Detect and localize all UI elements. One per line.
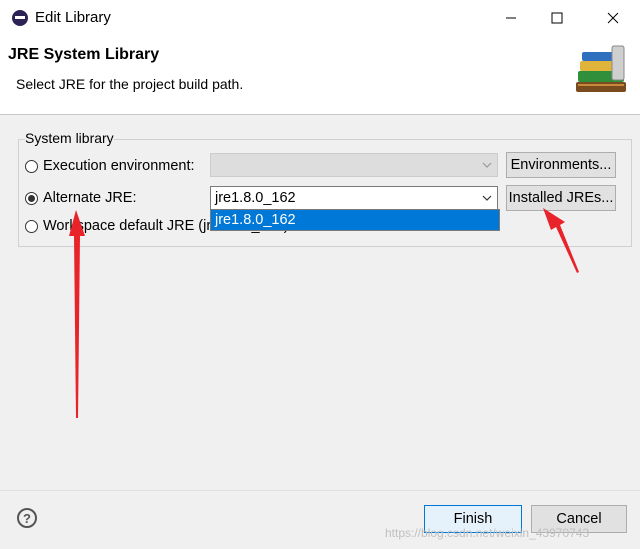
footer-separator [0, 490, 640, 491]
help-icon[interactable]: ? [17, 508, 37, 528]
annotation-arrow-left [69, 210, 85, 418]
annotation-arrows [69, 208, 579, 418]
annotation-arrow-right [543, 208, 579, 273]
watermark: https://blog.csdn.net/weixin_43970743 [385, 526, 590, 540]
